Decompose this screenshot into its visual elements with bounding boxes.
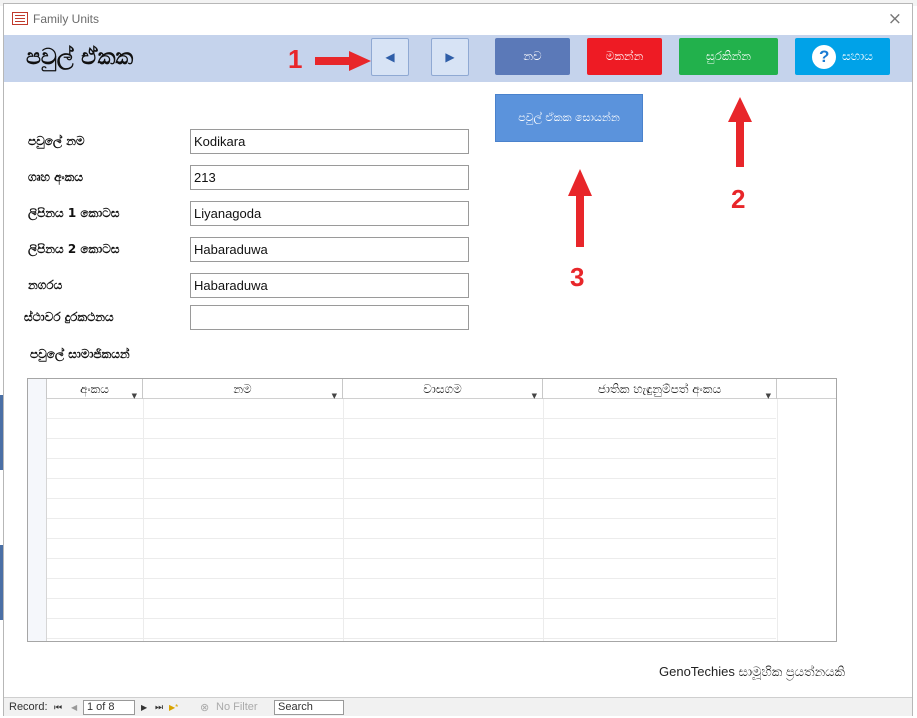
- column-header-label: අංකය: [80, 382, 109, 396]
- column-header-nic[interactable]: ජාතික හැඳුනුම්පත් අංකය ▼: [543, 379, 777, 400]
- select-all-corner[interactable]: [28, 379, 47, 399]
- next-record-icon[interactable]: ▶: [141, 703, 147, 712]
- landline-label: ස්ථාවර දුරකථනය: [24, 310, 114, 324]
- save-button[interactable]: සුරකින්න: [679, 38, 778, 75]
- column-header-number[interactable]: අංකය ▼: [47, 379, 143, 400]
- triangle-right-icon: ▶: [445, 50, 455, 64]
- table-row[interactable]: [47, 599, 776, 619]
- city-field[interactable]: Habaraduwa: [190, 273, 469, 298]
- record-label: Record:: [9, 701, 48, 713]
- table-row[interactable]: [47, 519, 776, 539]
- previous-record-button[interactable]: ◀: [371, 38, 409, 76]
- callout-arrow-right: [315, 51, 371, 71]
- new-record-icon[interactable]: ▶*: [169, 703, 178, 712]
- grid-header: අංකය ▼ නම ▼ වාසගම ▼ ජාතික හැඳුනුම්පත් අං…: [28, 379, 836, 400]
- table-row[interactable]: [47, 619, 776, 639]
- triangle-left-icon: ◀: [385, 50, 395, 64]
- column-header-label: නම: [233, 382, 252, 396]
- filter-icon[interactable]: ⊗: [200, 701, 209, 714]
- question-mark-icon: ?: [812, 44, 837, 69]
- address-line-1-field[interactable]: Liyanagoda: [190, 201, 469, 226]
- family-units-window: Family Units × පවුල් ඒකක 1 ◀ ▶ නව මකන්න …: [3, 3, 913, 716]
- close-icon[interactable]: ×: [888, 9, 902, 29]
- search-family-button[interactable]: පවුල් ඒකක සොයන්න: [495, 94, 643, 142]
- search-input[interactable]: Search: [274, 700, 344, 715]
- family-name-label: පවුලේ නම: [28, 134, 85, 148]
- help-label: සහාය: [842, 49, 873, 63]
- column-header-label: වාසගම: [423, 382, 462, 396]
- table-row[interactable]: [47, 559, 776, 579]
- house-number-label: ගෘහ අංකය: [28, 170, 83, 184]
- column-header-surname[interactable]: වාසගම ▼: [343, 379, 543, 400]
- address-line-2-field[interactable]: Habaraduwa: [190, 237, 469, 262]
- address-line-1-label: ලිපිනය 1 කොටස: [28, 206, 120, 220]
- table-row[interactable]: [47, 499, 776, 519]
- landline-field[interactable]: [190, 305, 469, 330]
- callout-number-1: 1: [288, 44, 303, 74]
- footer-credit: GenoTechies සාමූහික ප්‍රයත්නයකි: [659, 664, 846, 679]
- title-bar: Family Units ×: [4, 4, 912, 35]
- next-record-button[interactable]: ▶: [431, 38, 469, 76]
- column-header-name[interactable]: නම ▼: [143, 379, 343, 400]
- record-selector-column[interactable]: [28, 399, 47, 641]
- form-title: පවුල් ඒකක: [26, 45, 134, 70]
- record-navigation-bar: Record: ⏮ ◀ 1 of 8 ▶ ⏭ ▶* ⊗ No Filter Se…: [4, 697, 912, 716]
- table-row[interactable]: [47, 579, 776, 599]
- family-name-field[interactable]: Kodikara: [190, 129, 469, 154]
- first-record-icon[interactable]: ⏮: [54, 702, 62, 713]
- callout-arrow-up: [728, 97, 752, 167]
- form-icon: [12, 12, 28, 25]
- callout-arrow-up: [568, 169, 592, 247]
- current-record-field[interactable]: 1 of 8: [83, 700, 135, 715]
- no-filter-label[interactable]: No Filter: [216, 701, 258, 713]
- callout-number-3: 3: [570, 262, 585, 292]
- column-header-label: ජාතික හැඳුනුම්පත් අංකය: [597, 382, 722, 396]
- delete-button[interactable]: මකන්න: [587, 38, 662, 75]
- help-button[interactable]: ? සහාය: [795, 38, 890, 75]
- grid-divider: [777, 399, 778, 641]
- previous-record-icon[interactable]: ◀: [71, 703, 77, 712]
- table-row[interactable]: [47, 539, 776, 559]
- table-row[interactable]: [47, 419, 776, 439]
- callout-number-2: 2: [731, 184, 746, 214]
- screen: Family Units × පවුල් ඒකක 1 ◀ ▶ නව මකන්න …: [0, 0, 917, 718]
- table-row[interactable]: [47, 439, 776, 459]
- last-record-icon[interactable]: ⏭: [155, 702, 163, 713]
- table-row[interactable]: [47, 479, 776, 499]
- table-row[interactable]: [47, 459, 776, 479]
- table-row[interactable]: [47, 399, 776, 419]
- new-button[interactable]: නව: [495, 38, 570, 75]
- house-number-field[interactable]: 213: [190, 165, 469, 190]
- city-label: නගරය: [28, 278, 63, 292]
- window-title: Family Units: [33, 12, 100, 26]
- family-members-label: පවුලේ සාමාජිකයන්: [30, 347, 130, 361]
- family-members-grid: අංකය ▼ නම ▼ වාසගම ▼ ජාතික හැඳුනුම්පත් අං…: [27, 378, 837, 642]
- address-line-2-label: ලිපිනය 2 කොටස: [28, 242, 120, 256]
